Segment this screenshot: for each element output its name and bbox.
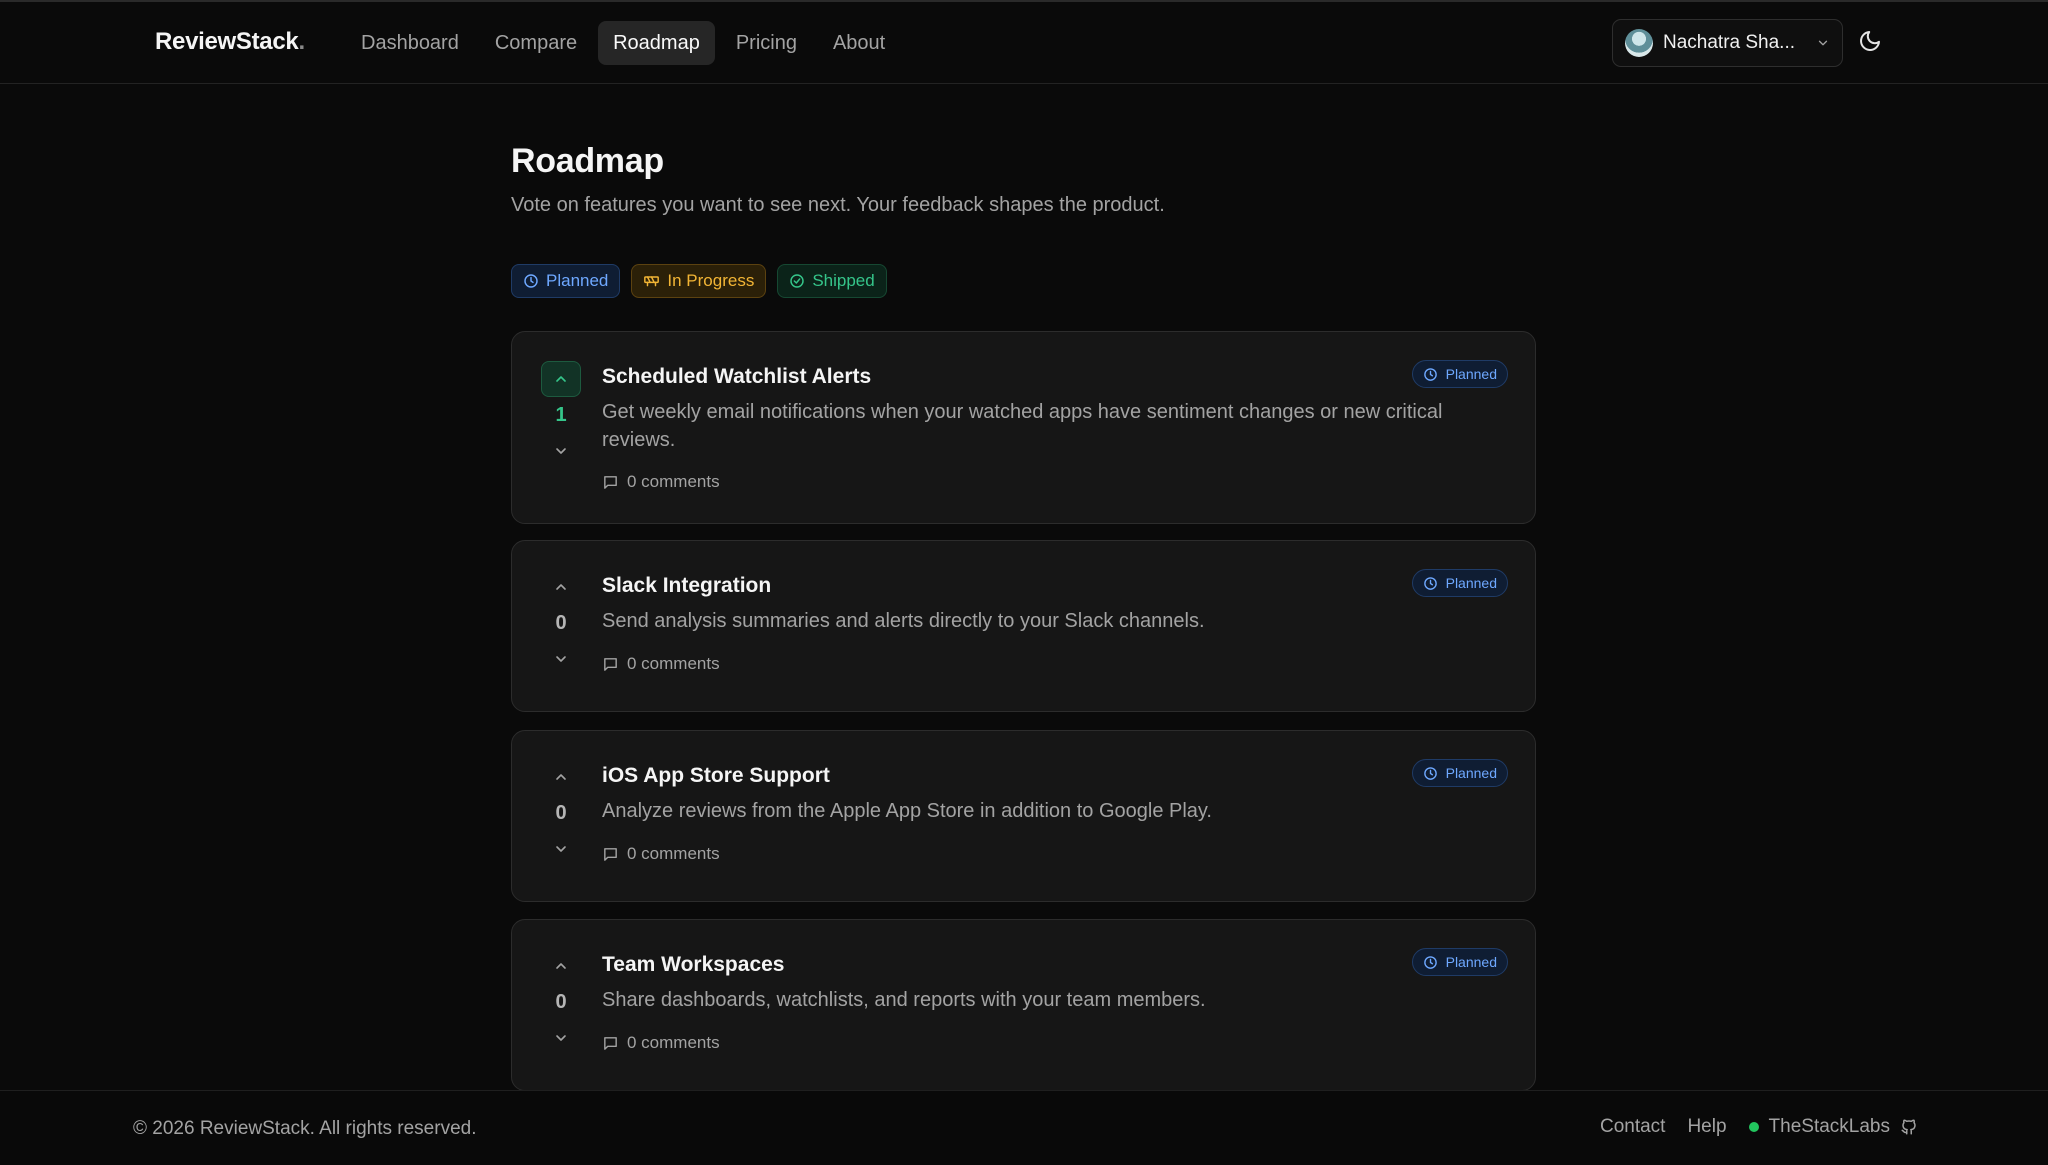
upvote-button[interactable] bbox=[541, 759, 581, 795]
status-dot bbox=[1748, 1122, 1759, 1132]
page-title: Roadmap bbox=[511, 142, 664, 180]
vote-control: 1 bbox=[540, 361, 582, 469]
avatar bbox=[1625, 29, 1653, 57]
chevron-down-icon bbox=[1818, 40, 1828, 46]
nav-compare[interactable]: Compare bbox=[480, 21, 592, 65]
feature-description: Analyze reviews from the Apple App Store… bbox=[602, 800, 1212, 822]
check-circle-icon bbox=[790, 274, 805, 288]
downvote-button[interactable] bbox=[541, 641, 581, 677]
chevron-up-icon bbox=[556, 963, 566, 969]
comments-link[interactable]: 0 comments bbox=[602, 844, 720, 864]
feature-description: Get weekly email notifications when your… bbox=[602, 401, 1443, 451]
downvote-button[interactable] bbox=[541, 433, 581, 469]
comments-count: 0 comments bbox=[627, 1033, 720, 1052]
comments-link[interactable]: 0 comments bbox=[602, 472, 720, 492]
comments-link[interactable]: 0 comments bbox=[602, 1033, 720, 1053]
vote-count: 0 bbox=[555, 612, 567, 634]
brand-logo[interactable]: ReviewStack. bbox=[155, 28, 305, 56]
chevron-down-icon bbox=[556, 1035, 566, 1041]
feature-card: 0 iOS App Store Support Analyze reviews … bbox=[511, 730, 1536, 902]
filter-shipped-label: Shipped bbox=[812, 271, 875, 290]
nav-dashboard[interactable]: Dashboard bbox=[346, 21, 474, 65]
filter-planned-label: Planned bbox=[546, 271, 609, 290]
feature-title: iOS App Store Support bbox=[602, 764, 830, 787]
construction-icon bbox=[644, 276, 660, 287]
nav-about[interactable]: About bbox=[818, 21, 900, 65]
vote-count: 0 bbox=[555, 802, 567, 824]
vote-control: 0 bbox=[540, 948, 582, 1056]
footer-contact-link[interactable]: Contact bbox=[1600, 1116, 1665, 1138]
main-nav: Dashboard Compare Roadmap Pricing About bbox=[346, 21, 900, 65]
status-filter-group: Planned In Progress Shipped bbox=[511, 264, 887, 298]
nav-pricing[interactable]: Pricing bbox=[721, 21, 812, 65]
filter-planned[interactable]: Planned bbox=[511, 264, 621, 298]
footer-org-label: TheStackLabs bbox=[1768, 1116, 1890, 1137]
upvote-button[interactable] bbox=[541, 948, 581, 984]
status-badge-label: Planned bbox=[1445, 575, 1497, 591]
upvote-button[interactable] bbox=[541, 569, 581, 605]
user-menu-button[interactable]: Nachatra Sha... bbox=[1612, 19, 1843, 67]
copyright-text: © 2026 ReviewStack. All rights reserved. bbox=[133, 1118, 477, 1139]
chevron-up-icon bbox=[556, 584, 566, 590]
upvote-button[interactable] bbox=[541, 361, 581, 397]
feature-card: 0 Team Workspaces Share dashboards, watc… bbox=[511, 919, 1536, 1091]
comments-count: 0 comments bbox=[627, 654, 720, 673]
moon-icon bbox=[1860, 31, 1880, 51]
chevron-up-icon bbox=[556, 376, 566, 382]
comment-icon bbox=[604, 475, 617, 489]
comment-icon bbox=[604, 1036, 617, 1050]
site-footer: © 2026 ReviewStack. All rights reserved.… bbox=[0, 1090, 2048, 1165]
clock-icon bbox=[1423, 367, 1437, 381]
footer-links: Contact Help TheStackLabs bbox=[1600, 1116, 1918, 1138]
vote-count: 0 bbox=[555, 991, 567, 1013]
feature-description: Share dashboards, watchlists, and report… bbox=[602, 989, 1206, 1011]
theme-toggle-button[interactable] bbox=[1858, 29, 1884, 55]
status-badge: Planned bbox=[1411, 948, 1508, 976]
comments-count: 0 comments bbox=[627, 472, 720, 491]
comment-icon bbox=[604, 847, 617, 861]
nav-roadmap[interactable]: Roadmap bbox=[598, 21, 715, 65]
status-badge: Planned bbox=[1411, 360, 1508, 388]
footer-help-link[interactable]: Help bbox=[1687, 1116, 1726, 1138]
filter-in-progress-label: In Progress bbox=[667, 271, 755, 290]
clock-icon bbox=[524, 274, 538, 288]
downvote-button[interactable] bbox=[541, 1020, 581, 1056]
brand-dot: . bbox=[298, 28, 305, 55]
filter-shipped[interactable]: Shipped bbox=[777, 264, 887, 298]
feature-title: Slack Integration bbox=[602, 574, 772, 597]
page-subtitle: Vote on features you want to see next. Y… bbox=[511, 194, 1165, 216]
clock-icon bbox=[1423, 766, 1437, 780]
github-icon bbox=[1901, 1119, 1916, 1135]
chevron-down-icon bbox=[556, 846, 566, 852]
filter-in-progress[interactable]: In Progress bbox=[631, 264, 767, 298]
status-badge-label: Planned bbox=[1445, 765, 1497, 781]
vote-control: 0 bbox=[540, 569, 582, 677]
brand-name: ReviewStack bbox=[155, 28, 299, 55]
chevron-up-icon bbox=[556, 774, 566, 780]
feature-card: 1 Scheduled Watchlist Alerts Get weekly … bbox=[511, 331, 1536, 524]
vote-control: 0 bbox=[540, 759, 582, 867]
vote-count: 1 bbox=[555, 404, 567, 426]
user-name: Nachatra Sha... bbox=[1663, 32, 1796, 53]
downvote-button[interactable] bbox=[541, 831, 581, 867]
top-navbar: ReviewStack. Dashboard Compare Roadmap P… bbox=[0, 2, 2048, 84]
clock-icon bbox=[1423, 576, 1437, 590]
comments-link[interactable]: 0 comments bbox=[602, 654, 720, 674]
status-badge: Planned bbox=[1411, 569, 1508, 597]
feature-title: Team Workspaces bbox=[602, 953, 785, 976]
status-badge: Planned bbox=[1411, 759, 1508, 787]
chevron-down-icon bbox=[556, 448, 566, 454]
feature-card: 0 Slack Integration Send analysis summar… bbox=[511, 540, 1536, 712]
chevron-down-icon bbox=[556, 656, 566, 662]
status-badge-label: Planned bbox=[1445, 366, 1497, 382]
clock-icon bbox=[1423, 955, 1437, 969]
feature-description: Send analysis summaries and alerts direc… bbox=[602, 610, 1205, 632]
footer-org-link[interactable]: TheStackLabs bbox=[1748, 1116, 1918, 1138]
comment-icon bbox=[604, 657, 617, 671]
feature-title: Scheduled Watchlist Alerts bbox=[602, 365, 872, 388]
status-badge-label: Planned bbox=[1445, 954, 1497, 970]
comments-count: 0 comments bbox=[627, 844, 720, 863]
